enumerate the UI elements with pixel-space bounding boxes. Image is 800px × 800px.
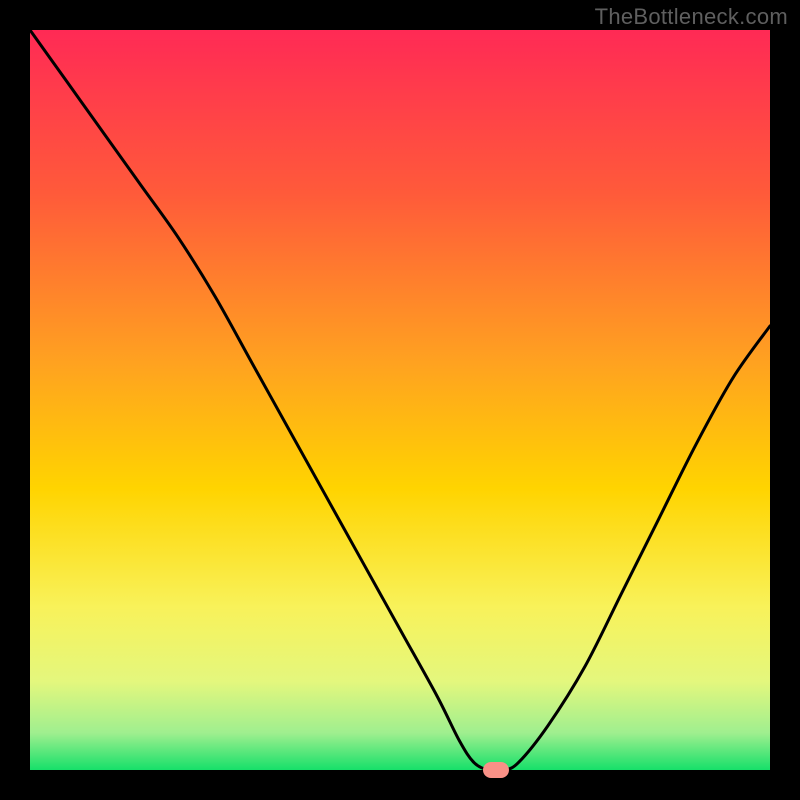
watermark-text: TheBottleneck.com: [595, 4, 788, 30]
plot-area: [30, 30, 770, 770]
optimum-marker: [483, 762, 509, 778]
chart-frame: TheBottleneck.com: [0, 0, 800, 800]
chart-svg: [30, 30, 770, 770]
gradient-background: [30, 30, 770, 770]
